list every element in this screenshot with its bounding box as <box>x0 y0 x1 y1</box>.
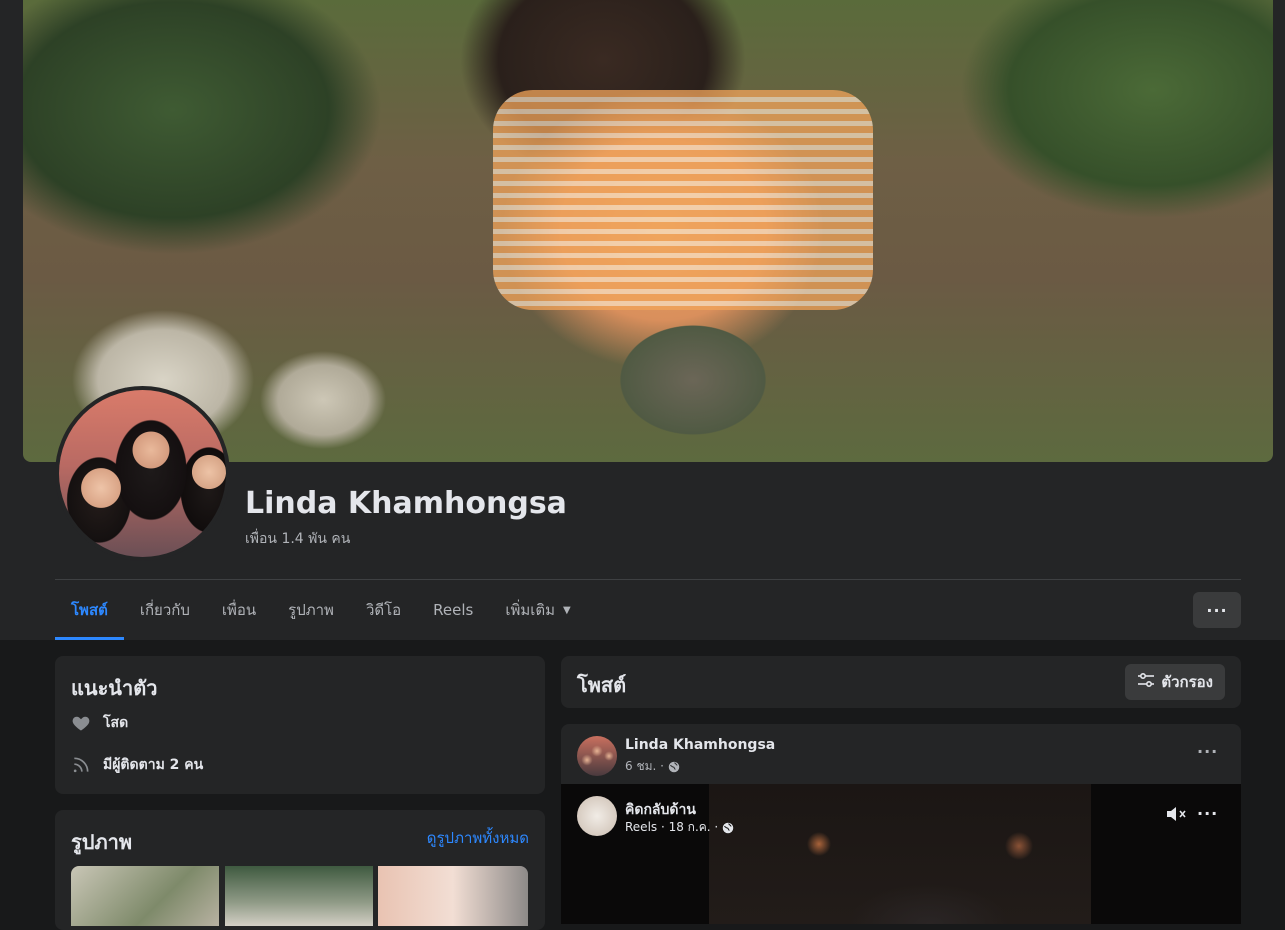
filter-icon <box>1137 672 1155 692</box>
reel-meta-text: Reels · 18 ก.ค. · <box>625 820 719 834</box>
intro-relationship: โสด <box>71 712 128 734</box>
photos-title: รูปภาพ <box>71 830 133 854</box>
reel-video[interactable] <box>709 784 1091 924</box>
posts-title: โพสต์ <box>577 673 627 697</box>
profile-tabs: โพสต์ เกี่ยวกับ เพื่อน รูปภาพ วิดีโอ Ree… <box>55 580 587 640</box>
tab-more[interactable]: เพิ่มเติม ▼ <box>489 580 586 640</box>
tab-photos[interactable]: รูปภาพ <box>272 580 350 640</box>
tab-photos-label: รูปภาพ <box>288 601 334 619</box>
photos-card: รูปภาพ ดูรูปภาพทั้งหมด <box>55 810 545 930</box>
photo-thumbnail[interactable] <box>71 866 219 926</box>
intro-title: แนะนำตัว <box>71 676 158 700</box>
relationship-label: โสด <box>103 715 129 731</box>
tab-reels-label: Reels <box>433 601 474 619</box>
tab-friends-label: เพื่อน <box>221 601 257 619</box>
globe-icon <box>722 822 734 834</box>
post-author-avatar[interactable] <box>577 736 617 776</box>
post-author-name[interactable]: Linda Khamhongsa <box>625 737 775 753</box>
tab-posts[interactable]: โพสต์ <box>55 580 124 640</box>
see-all-photos-link[interactable]: ดูรูปภาพทั้งหมด <box>427 826 529 850</box>
profile-more-button[interactable]: ··· <box>1193 592 1241 628</box>
reel-meta: Reels · 18 ก.ค. · <box>625 818 734 837</box>
reel-embed[interactable]: คิดกลับด้าน Reels · 18 ก.ค. · ··· <box>561 784 1241 924</box>
tab-reels[interactable]: Reels <box>417 580 489 640</box>
globe-icon <box>668 761 680 773</box>
followers-label: มีผู้ติดตาม 2 คน <box>103 757 204 773</box>
posts-header-card: โพสต์ ตัวกรอง <box>561 656 1241 708</box>
filter-button[interactable]: ตัวกรอง <box>1125 664 1225 700</box>
photo-thumbnail[interactable] <box>225 866 373 926</box>
profile-name: Linda Khamhongsa <box>245 486 567 521</box>
caret-down-icon: ▼ <box>563 604 571 616</box>
intro-card: แนะนำตัว โสด มีผู้ติดตาม 2 คน <box>55 656 545 794</box>
profile-avatar-image <box>59 390 226 557</box>
profile-avatar[interactable] <box>55 386 230 561</box>
tab-about-label: เกี่ยวกับ <box>139 601 190 619</box>
friends-count[interactable]: เพื่อน 1.4 พัน คน <box>245 528 350 550</box>
intro-followers[interactable]: มีผู้ติดตาม 2 คน <box>71 754 203 776</box>
heart-icon <box>71 713 91 733</box>
post-card: Linda Khamhongsa 6 ชม. · ··· คิดกลับด้าน… <box>561 724 1241 924</box>
reel-options-button[interactable]: ··· <box>1197 804 1218 823</box>
tab-friends[interactable]: เพื่อน <box>206 580 272 640</box>
photo-thumbnail[interactable] <box>378 866 528 926</box>
tab-more-label: เพิ่มเติม <box>505 601 556 619</box>
post-meta: 6 ชม. · <box>625 757 680 776</box>
rss-icon <box>71 755 91 775</box>
reel-author-avatar[interactable] <box>577 796 617 836</box>
filter-label: ตัวกรอง <box>1161 673 1213 691</box>
tab-videos[interactable]: วิดีโอ <box>350 580 417 640</box>
tab-videos-label: วิดีโอ <box>365 601 402 619</box>
tab-posts-label: โพสต์ <box>71 601 108 619</box>
post-time[interactable]: 6 ชม. · <box>625 757 664 776</box>
cover-photo-subject <box>493 90 873 310</box>
post-options-button[interactable]: ··· <box>1197 742 1218 761</box>
cover-photo[interactable] <box>23 0 1273 462</box>
mute-icon[interactable] <box>1165 804 1189 824</box>
tab-about[interactable]: เกี่ยวกับ <box>124 580 206 640</box>
